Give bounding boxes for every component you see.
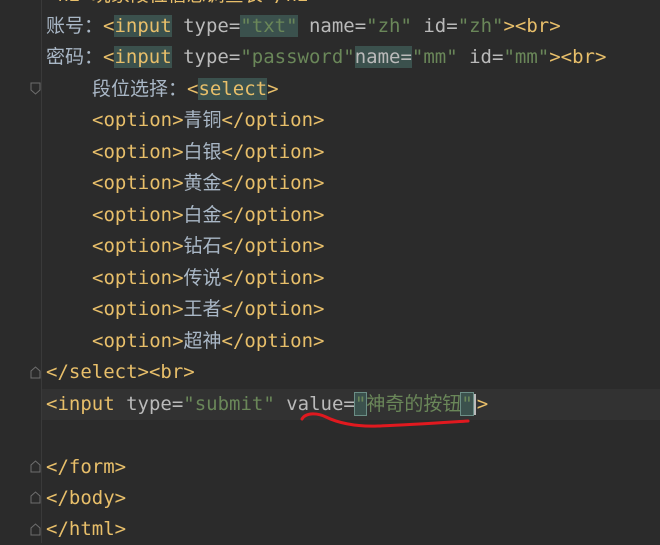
code-line-option[interactable]: <option>超神</option> bbox=[92, 326, 324, 357]
code-line-option[interactable]: <option>钻石</option> bbox=[92, 231, 324, 262]
matched-quote: " bbox=[353, 392, 368, 416]
tag-name: select bbox=[198, 78, 268, 100]
code-line-option[interactable]: <option>黄金</option> bbox=[92, 168, 324, 199]
code-line-form-close[interactable]: </form> bbox=[46, 452, 126, 483]
code-line-html-close[interactable]: </html> bbox=[46, 514, 126, 545]
code-line-option[interactable]: <option>传说</option> bbox=[92, 263, 324, 294]
code-line-option[interactable]: <option>青铜</option> bbox=[92, 105, 324, 136]
text-caret bbox=[473, 394, 476, 415]
code-line-submit[interactable]: <input type="submit" value="神奇的按钮" > bbox=[42, 389, 660, 420]
code-line-password[interactable]: 密码：<input type="password"name="mm" id="m… bbox=[46, 42, 606, 73]
label-text: 段位选择： bbox=[92, 78, 188, 100]
code-line-option[interactable]: <option>王者</option> bbox=[92, 294, 324, 325]
code-line-account[interactable]: 账号：<input type="txt" name="zh" id="zh"><… bbox=[46, 11, 561, 42]
fold-marker-icon[interactable] bbox=[30, 82, 41, 95]
code-line-body-close[interactable]: </body> bbox=[46, 483, 126, 514]
button-value-text: 神奇的按钮 bbox=[366, 393, 462, 415]
fold-end-marker-icon[interactable] bbox=[30, 460, 41, 473]
matched-quote: " bbox=[460, 392, 474, 416]
code-line-option[interactable]: <option>白金</option> bbox=[92, 200, 324, 231]
label-text: 密码： bbox=[46, 46, 104, 68]
partial-code-line: <h2>玩家段位信息调查表</h2> bbox=[46, 0, 320, 11]
code-line-select-close[interactable]: </select><br> bbox=[46, 357, 195, 388]
label-text: 账号： bbox=[46, 15, 104, 37]
tag-name: input bbox=[114, 15, 172, 37]
fold-end-marker-icon[interactable] bbox=[30, 523, 41, 536]
fold-end-marker-icon[interactable] bbox=[30, 366, 41, 379]
code-editor[interactable]: <h2>玩家段位信息调查表</h2> 账号：<input type="txt" … bbox=[0, 0, 660, 543]
code-line-select[interactable]: 段位选择：<select> bbox=[92, 74, 279, 105]
attribute-value: "txt" bbox=[240, 15, 298, 37]
code-line-option[interactable]: <option>白银</option> bbox=[92, 137, 324, 168]
fold-end-marker-icon[interactable] bbox=[30, 491, 41, 504]
tag-name: input bbox=[114, 46, 172, 68]
gutter-divider bbox=[41, 0, 42, 543]
